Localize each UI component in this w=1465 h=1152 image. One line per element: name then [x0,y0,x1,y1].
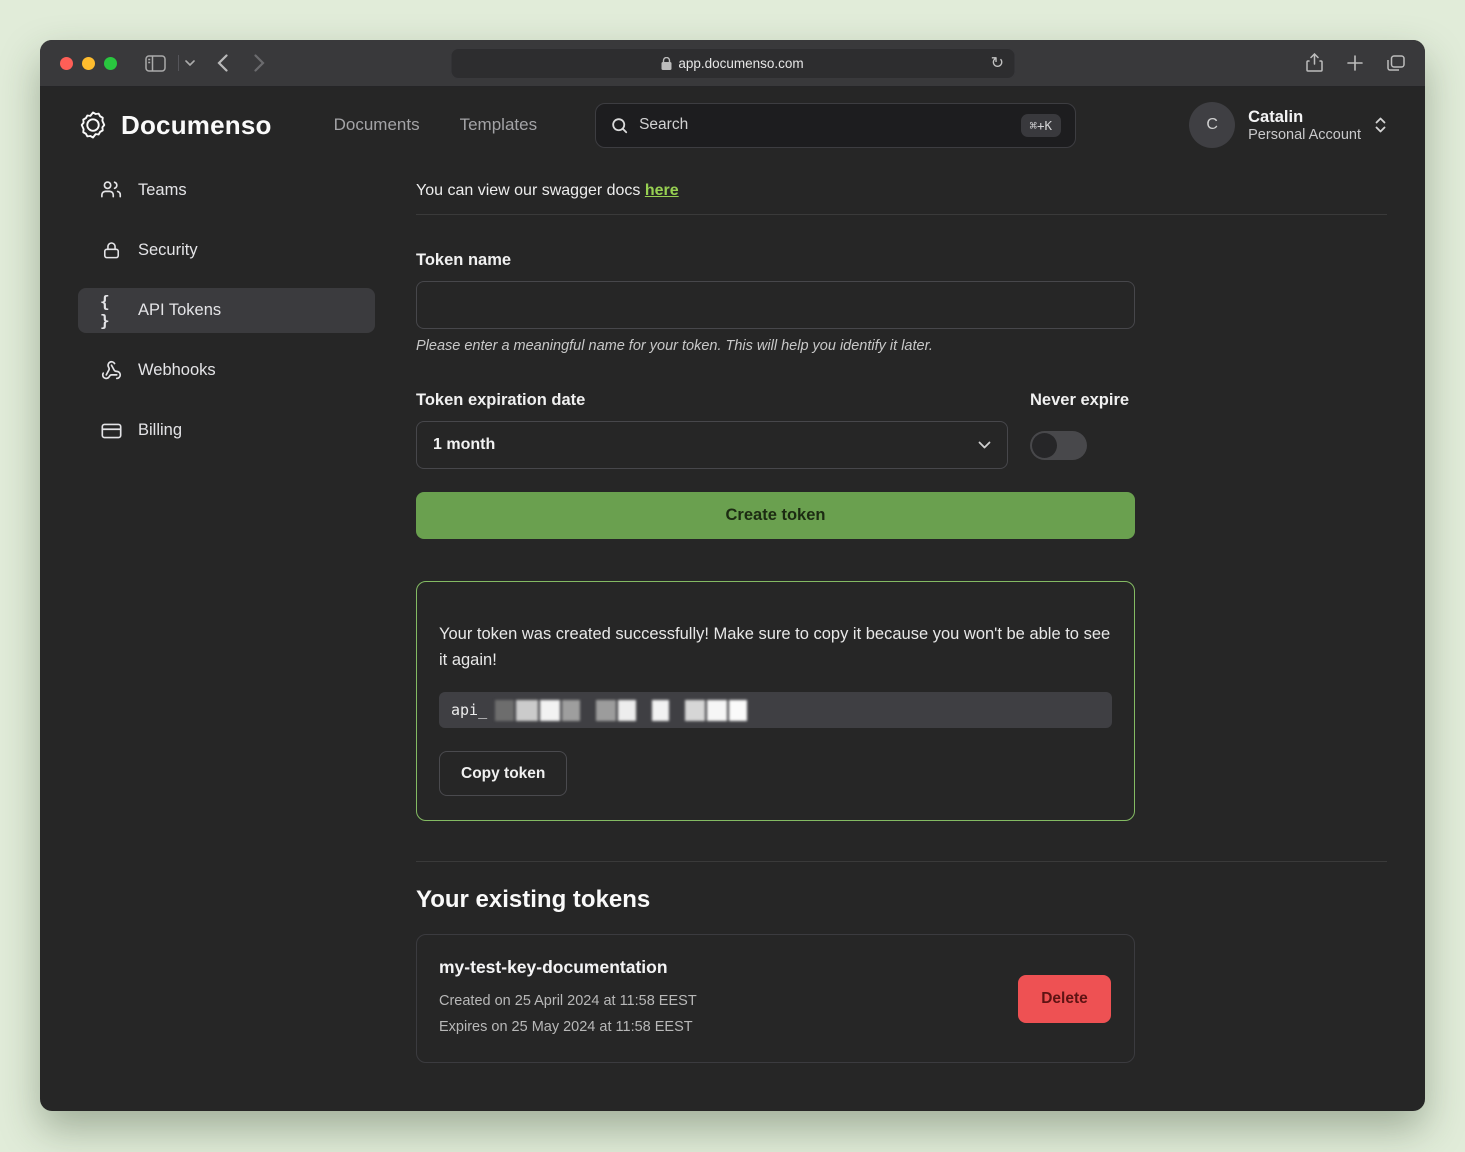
sidebar-item-billing[interactable]: Billing [78,408,375,453]
lock-icon [661,57,671,70]
sidebar-item-api-tokens[interactable]: { } API Tokens [78,288,375,333]
token-expiration-label: Token expiration date [416,391,585,410]
close-window-button[interactable] [60,57,73,70]
never-expire-toggle[interactable] [1030,431,1087,460]
section-divider [416,214,1387,215]
search-shortcut-badge: ⌘+K [1021,114,1062,137]
app-header: Documenso Documents Templates ⌘+K C Cata… [40,87,1425,163]
swagger-docs-line: You can view our swagger docs here [416,168,1387,200]
brand[interactable]: Documenso [78,110,272,141]
expiration-selected-value: 1 month [433,436,495,454]
token-created-panel: Your token was created successfully! Mak… [416,581,1135,821]
sidebar-item-security[interactable]: Security [78,228,375,273]
token-name-input[interactable] [416,281,1135,329]
top-nav: Documents Templates [334,115,537,135]
forward-button[interactable] [254,54,265,72]
zoom-window-button[interactable] [104,57,117,70]
lock-icon [100,240,122,261]
browser-toolbar: app.documenso.com ↻ [40,40,1425,87]
token-name-label: Token name [416,251,1135,270]
nav-templates[interactable]: Templates [460,115,537,135]
tab-overview-icon[interactable] [1387,55,1405,71]
token-prefix: api_ [451,701,487,719]
account-name: Catalin [1248,107,1361,128]
sidebar-item-label: Teams [138,181,187,200]
braces-icon: { } [100,292,122,330]
sidebar-item-webhooks[interactable]: Webhooks [78,348,375,393]
swagger-docs-link[interactable]: here [645,182,679,199]
documenso-logo-icon [78,110,108,140]
copy-token-button[interactable]: Copy token [439,751,567,796]
search-icon [610,116,629,135]
never-expire-label: Never expire [1030,391,1135,410]
search-input[interactable] [639,116,1010,134]
browser-window: app.documenso.com ↻ [40,40,1425,1111]
minimize-window-button[interactable] [82,57,95,70]
redacted-token-value [495,700,747,721]
section-divider [416,861,1387,862]
nav-documents[interactable]: Documents [334,115,420,135]
search-bar[interactable]: ⌘+K [595,103,1076,148]
settings-sidebar: Teams Security { } API Tokens Webhooks [78,168,375,1063]
api-tokens-page: You can view our swagger docs here Token… [416,168,1387,1063]
account-menu[interactable]: C Catalin Personal Account [1189,102,1387,148]
swagger-docs-text: You can view our swagger docs [416,182,645,199]
chevron-down-icon [978,441,991,449]
address-bar[interactable]: app.documenso.com ↻ [450,48,1015,79]
sidebar-item-label: API Tokens [138,301,221,320]
share-icon[interactable] [1306,53,1323,73]
traffic-lights [60,57,117,70]
sidebar-item-teams[interactable]: Teams [78,168,375,213]
sidebar-item-label: Webhooks [138,361,216,380]
token-value-field[interactable]: api_ [439,692,1112,728]
chevron-up-down-icon [1374,116,1387,134]
brand-name: Documenso [121,110,272,141]
expiration-select[interactable]: 1 month [416,421,1008,469]
token-card-name: my-test-key-documentation [439,957,1018,978]
credit-card-icon [100,422,122,440]
account-type: Personal Account [1248,127,1361,143]
new-tab-icon[interactable] [1347,55,1363,71]
sidebar-toggle-icon[interactable] [145,55,166,72]
avatar: C [1189,102,1235,148]
reload-icon[interactable]: ↻ [991,53,1004,73]
sidebar-item-label: Security [138,241,198,260]
sidebar-item-label: Billing [138,421,182,440]
delete-token-button[interactable]: Delete [1018,975,1111,1023]
token-created-message: Your token was created successfully! Mak… [439,622,1112,673]
token-created-date: Created on 25 April 2024 at 11:58 EEST [439,989,1018,1014]
users-icon [100,180,122,201]
back-button[interactable] [217,54,228,72]
token-expires-date: Expires on 25 May 2024 at 11:58 EEST [439,1015,1018,1040]
chevron-down-icon[interactable] [185,60,195,66]
url-text: app.documenso.com [678,56,803,71]
webhook-icon [100,360,122,381]
existing-tokens-heading: Your existing tokens [416,886,1387,914]
create-token-button[interactable]: Create token [416,492,1135,539]
token-name-helper: Please enter a meaningful name for your … [416,338,1135,354]
token-card: my-test-key-documentation Created on 25 … [416,934,1135,1063]
